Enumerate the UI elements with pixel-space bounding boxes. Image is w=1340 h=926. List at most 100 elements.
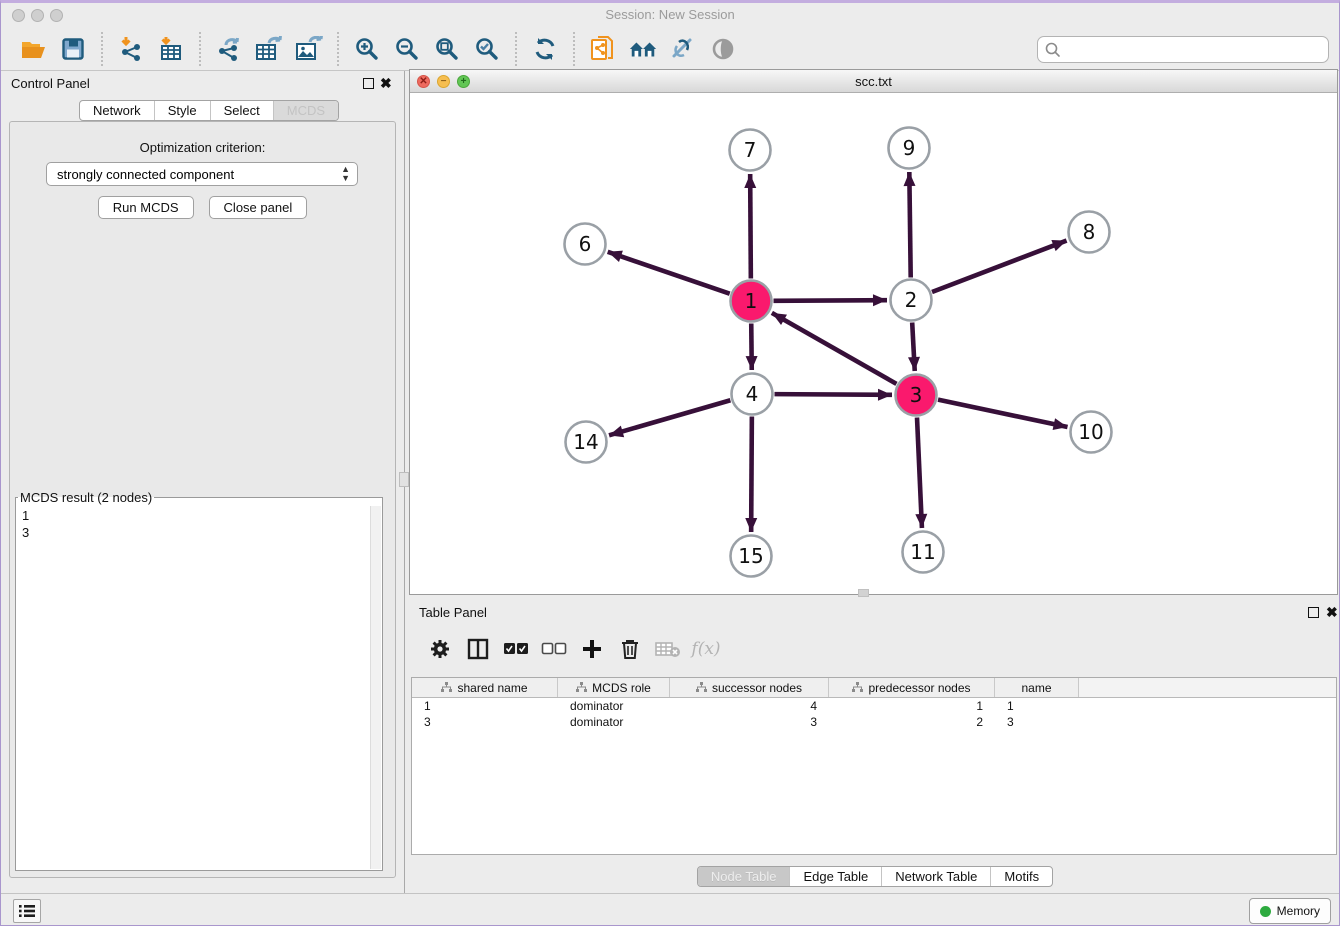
graph-node-2[interactable]: 2	[891, 280, 932, 321]
graph-edge-2-9[interactable]	[909, 172, 910, 278]
delete-table-icon[interactable]	[655, 636, 681, 662]
table-cell[interactable]: 3	[995, 714, 1079, 730]
open-session-icon[interactable]	[18, 34, 48, 64]
node-label: 15	[738, 544, 763, 568]
graph-node-6[interactable]: 6	[565, 224, 606, 265]
column-header-label: name	[1021, 681, 1051, 695]
table-cell[interactable]: dominator	[558, 714, 670, 730]
search-box[interactable]	[1037, 36, 1329, 63]
table-tabs-bar: Node TableEdge TableNetwork TableMotifs	[409, 866, 1340, 887]
table-close-panel-icon[interactable]: ✖	[1326, 604, 1338, 620]
graph-edge-3-1[interactable]	[772, 313, 897, 384]
deselect-all-checkboxes-icon[interactable]	[541, 636, 567, 662]
graph-node-8[interactable]: 8	[1069, 212, 1110, 253]
tab-network[interactable]: Network	[80, 101, 154, 120]
close-panel-button[interactable]: Close panel	[209, 196, 308, 219]
table-cell[interactable]: 4	[670, 698, 829, 714]
import-network-icon[interactable]	[116, 34, 146, 64]
function-builder-icon[interactable]: f(x)	[693, 636, 719, 662]
tab-style[interactable]: Style	[154, 101, 210, 120]
table-cell[interactable]: 1	[829, 698, 995, 714]
float-panel-icon[interactable]	[363, 78, 374, 89]
import-table-icon[interactable]	[156, 34, 186, 64]
select-all-checkboxes-icon[interactable]	[503, 636, 529, 662]
tab-node-table[interactable]: Node Table	[698, 867, 790, 886]
search-input[interactable]	[1062, 40, 1328, 60]
graph-edge-4-14[interactable]	[609, 400, 730, 435]
graph-edge-2-3[interactable]	[912, 322, 915, 371]
column-header-mcds-role[interactable]: MCDS role	[558, 678, 670, 697]
clone-network-icon[interactable]	[588, 34, 618, 64]
graph-node-15[interactable]: 15	[731, 536, 772, 577]
column-header-shared-name[interactable]: shared name	[412, 678, 558, 697]
graph-edge-1-4[interactable]	[751, 323, 752, 370]
export-image-icon[interactable]	[294, 34, 324, 64]
graph-node-4[interactable]: 4	[732, 374, 773, 415]
graph-node-14[interactable]: 14	[566, 422, 607, 463]
network-window-titlebar: ✕ − + scc.txt	[410, 70, 1337, 93]
mcds-result-list[interactable]: 13	[17, 506, 381, 869]
scrollbar-track[interactable]	[370, 506, 381, 869]
apply-layout-houses-icon[interactable]	[628, 34, 658, 64]
zoom-in-icon[interactable]	[352, 34, 382, 64]
tab-edge-table[interactable]: Edge Table	[789, 867, 881, 886]
zoom-fit-icon[interactable]	[432, 34, 462, 64]
refresh-view-icon[interactable]	[530, 34, 560, 64]
graph-node-3[interactable]: 3	[896, 375, 937, 416]
table-cell[interactable]: 1	[995, 698, 1079, 714]
table-cell[interactable]: 1	[412, 698, 558, 714]
vertical-splitter-handle[interactable]	[399, 472, 409, 487]
graph-edge-1-7[interactable]	[750, 174, 751, 279]
column-header-predecessor-nodes[interactable]: predecessor nodes	[829, 678, 995, 697]
table-float-panel-icon[interactable]	[1308, 607, 1319, 618]
node-table[interactable]: shared nameMCDS rolesuccessor nodesprede…	[411, 677, 1337, 855]
delete-row-trash-icon[interactable]	[617, 636, 643, 662]
task-list-icon	[18, 904, 36, 918]
graphics-details-icon[interactable]	[668, 34, 698, 64]
horizontal-splitter-handle[interactable]	[858, 589, 869, 597]
table-row[interactable]: 1dominator411	[412, 698, 1336, 714]
birds-eye-view-icon[interactable]	[708, 34, 738, 64]
table-cell[interactable]: 3	[670, 714, 829, 730]
task-history-button[interactable]	[13, 899, 41, 923]
memory-button[interactable]: Memory	[1249, 898, 1331, 924]
show-columns-icon[interactable]	[465, 636, 491, 662]
table-cell[interactable]: dominator	[558, 698, 670, 714]
table-cell[interactable]: 2	[829, 714, 995, 730]
graph-edge-3-10[interactable]	[938, 400, 1068, 427]
table-row[interactable]: 3dominator323	[412, 714, 1336, 730]
criterion-select[interactable]: strongly connected component ▲▼	[46, 162, 358, 186]
window-title: Session: New Session	[1, 7, 1339, 22]
table-settings-gear-icon[interactable]	[427, 636, 453, 662]
graph-node-10[interactable]: 10	[1071, 412, 1112, 453]
export-table-icon[interactable]	[254, 34, 284, 64]
mcds-result-line: 1	[22, 507, 376, 524]
network-canvas[interactable]: 7 9 6 8 1 2 4 3 14 10 15 11	[410, 93, 1337, 594]
graph-node-7[interactable]: 7	[730, 130, 771, 171]
tab-mcds[interactable]: MCDS	[273, 101, 338, 120]
table-cell[interactable]: 3	[412, 714, 558, 730]
graph-edge-4-15[interactable]	[751, 416, 752, 532]
zoom-selected-icon[interactable]	[472, 34, 502, 64]
add-row-icon[interactable]	[579, 636, 605, 662]
tab-motifs[interactable]: Motifs	[990, 867, 1052, 886]
node-label: 11	[910, 540, 935, 564]
graph-edge-4-3[interactable]	[774, 394, 892, 395]
close-panel-icon[interactable]: ✖	[380, 75, 392, 91]
run-mcds-button[interactable]: Run MCDS	[98, 196, 194, 219]
graph-edge-3-11[interactable]	[917, 417, 922, 528]
column-header-successor-nodes[interactable]: successor nodes	[670, 678, 829, 697]
graph-edge-2-8[interactable]	[932, 241, 1067, 292]
graph-edge-1-6[interactable]	[608, 252, 730, 294]
graph-node-9[interactable]: 9	[889, 128, 930, 169]
tab-select[interactable]: Select	[210, 101, 273, 120]
graph-edge-1-2[interactable]	[773, 300, 887, 301]
zoom-out-icon[interactable]	[392, 34, 422, 64]
graph-node-11[interactable]: 11	[903, 532, 944, 573]
graph-node-1[interactable]: 1	[731, 281, 772, 322]
export-network-icon[interactable]	[214, 34, 244, 64]
table-header-row: shared nameMCDS rolesuccessor nodesprede…	[412, 678, 1336, 698]
save-session-icon[interactable]	[58, 34, 88, 64]
column-header-name[interactable]: name	[995, 678, 1079, 697]
tab-network-table[interactable]: Network Table	[881, 867, 990, 886]
